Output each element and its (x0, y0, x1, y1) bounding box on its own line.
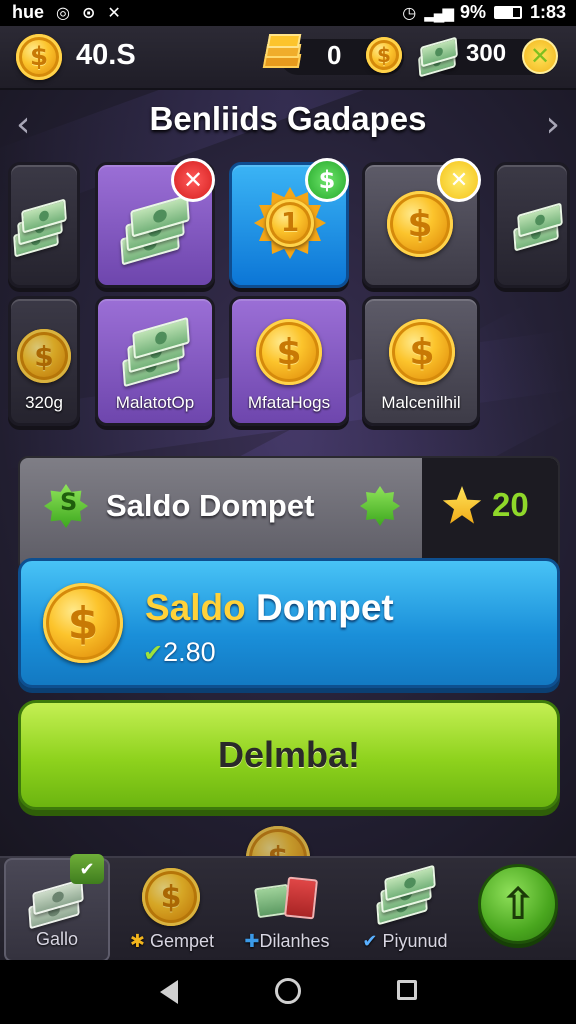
signal-icon: ▂▄▆ (424, 4, 454, 22)
status-bar: hue ◎ ⊙ ✕ ◷ ▂▄▆ 9% 1:83 (0, 0, 576, 26)
bottom-nav: ✔ Gallo $ ✱ Gempet ✚Dilanhes ✔ Piyunud ⇧ (0, 854, 576, 962)
battery-icon (493, 6, 522, 19)
item-label: Malcenilhil (381, 393, 461, 412)
star-counter-box (422, 458, 558, 570)
item-tile-cash-partial[interactable] (494, 162, 570, 288)
nav-label: ✔ Piyunud (350, 931, 460, 952)
currency-bar: $ 40.S 0 $ 300 ✕ (0, 26, 576, 90)
cash-stack-icon (28, 878, 88, 930)
item-tile-cash[interactable]: MalatotOp (95, 296, 215, 426)
dollar-coin-icon: $ (366, 37, 402, 73)
cash-stack-icon (416, 34, 460, 78)
dollar-coin-icon: $ (142, 868, 200, 926)
next-arrow-icon[interactable]: › (546, 104, 560, 145)
cash-stack-icon (376, 864, 438, 926)
close-icon[interactable]: ✕ (437, 158, 481, 202)
dollar-coin-icon: $ (256, 319, 322, 385)
item-tile-coin-partial[interactable]: $ 320g (8, 296, 80, 426)
nav-label-text: Gempet (150, 931, 215, 951)
timer-icon: ◷ (402, 4, 417, 22)
dollar-coin-icon: $ (43, 583, 123, 663)
item-label: MfataHogs (247, 393, 331, 412)
add-cash-icon[interactable]: ✕ (522, 38, 558, 74)
back-icon[interactable] (160, 980, 178, 1004)
dollar-coin-icon: $ (17, 329, 71, 383)
recents-icon[interactable] (397, 980, 417, 1000)
wallet-balance: ✔ 2.80 (143, 637, 216, 668)
item-label: MalatotOp (115, 393, 195, 412)
wallet-balance-value: 2.80 (163, 637, 216, 667)
wallet-title-part1: Saldo (145, 587, 246, 628)
mute-icon: ✕ (107, 4, 121, 22)
nav-item-piyunud[interactable]: ✔ Piyunud (350, 858, 460, 962)
green-star-icon (360, 486, 400, 526)
item-label: 320g (25, 393, 63, 412)
nav-item-dilanhes[interactable]: ✚Dilanhes (228, 858, 346, 962)
item-tile-cash-partial[interactable] (8, 162, 80, 288)
cards-icon (254, 874, 322, 924)
status-left-text: hue (12, 2, 45, 22)
cash-stack-icon (513, 202, 569, 253)
wallet-label: Saldo Dompet (106, 488, 315, 523)
nav-label-text: Piyunud (382, 931, 448, 951)
nav-item-gallo[interactable]: ✔ Gallo (4, 854, 110, 962)
nav-item-gempet[interactable]: $ ✱ Gempet (116, 858, 228, 962)
dollar-coin-icon: $ (387, 191, 453, 257)
wallet-balance-card[interactable]: $ Saldo Dompet ✔ 2.80 (18, 558, 560, 688)
wallet-summary-panel: S Saldo Dompet 20 (18, 456, 560, 572)
nav-label: ✱ Gempet (116, 931, 228, 952)
clock-icon: ⊙ (81, 4, 96, 22)
home-icon[interactable] (275, 978, 301, 1004)
item-tile-coin[interactable]: $ Malcenilhil (362, 296, 480, 426)
dollar-badge-icon: $ (305, 158, 349, 202)
coin-one-icon: 1 (266, 199, 314, 247)
dollar-coin-icon: $ (389, 319, 455, 385)
gold-stack-icon (262, 32, 302, 80)
system-nav-bar (0, 960, 576, 1024)
star-bullet-icon: ✱ (129, 931, 146, 951)
cash-stack-icon (13, 198, 73, 258)
coin-balance: 40.S (76, 39, 136, 71)
close-icon[interactable]: ✕ (171, 158, 215, 202)
cash-stack-icon (120, 194, 196, 266)
dollar-coin-icon: $ (16, 34, 62, 80)
page-title: Benliids Gadapes (149, 100, 427, 137)
alarm-icon: ◎ (56, 4, 70, 22)
cta-label: Delmba! (217, 734, 361, 775)
plus-bullet-icon: ✚ (244, 931, 260, 951)
wallet-title: Saldo Dompet (145, 587, 394, 629)
cash-count: 300 (466, 40, 507, 67)
status-time: 1:83 (529, 2, 566, 22)
wallet-title-part2: Dompet (245, 587, 394, 628)
battery-percent: 9% (459, 2, 486, 22)
star-count: 20 (492, 486, 529, 523)
nav-label-text: Dilanhes (259, 931, 330, 951)
dollar-sign: S (60, 488, 78, 516)
check-bullet-icon: ✔ (362, 931, 378, 951)
check-icon: ✔ (143, 638, 164, 667)
cta-button[interactable]: Delmba! (18, 700, 560, 810)
cash-stack-icon (122, 316, 196, 388)
nav-label: ✚Dilanhes (228, 931, 346, 952)
stack-count: 0 (327, 40, 342, 70)
nav-label: Gallo (35, 929, 79, 949)
upgrade-arrow-icon[interactable]: ⇧ (478, 864, 558, 944)
check-badge-icon: ✔ (70, 854, 104, 884)
item-tile-coin[interactable]: $ MfataHogs (229, 296, 349, 426)
